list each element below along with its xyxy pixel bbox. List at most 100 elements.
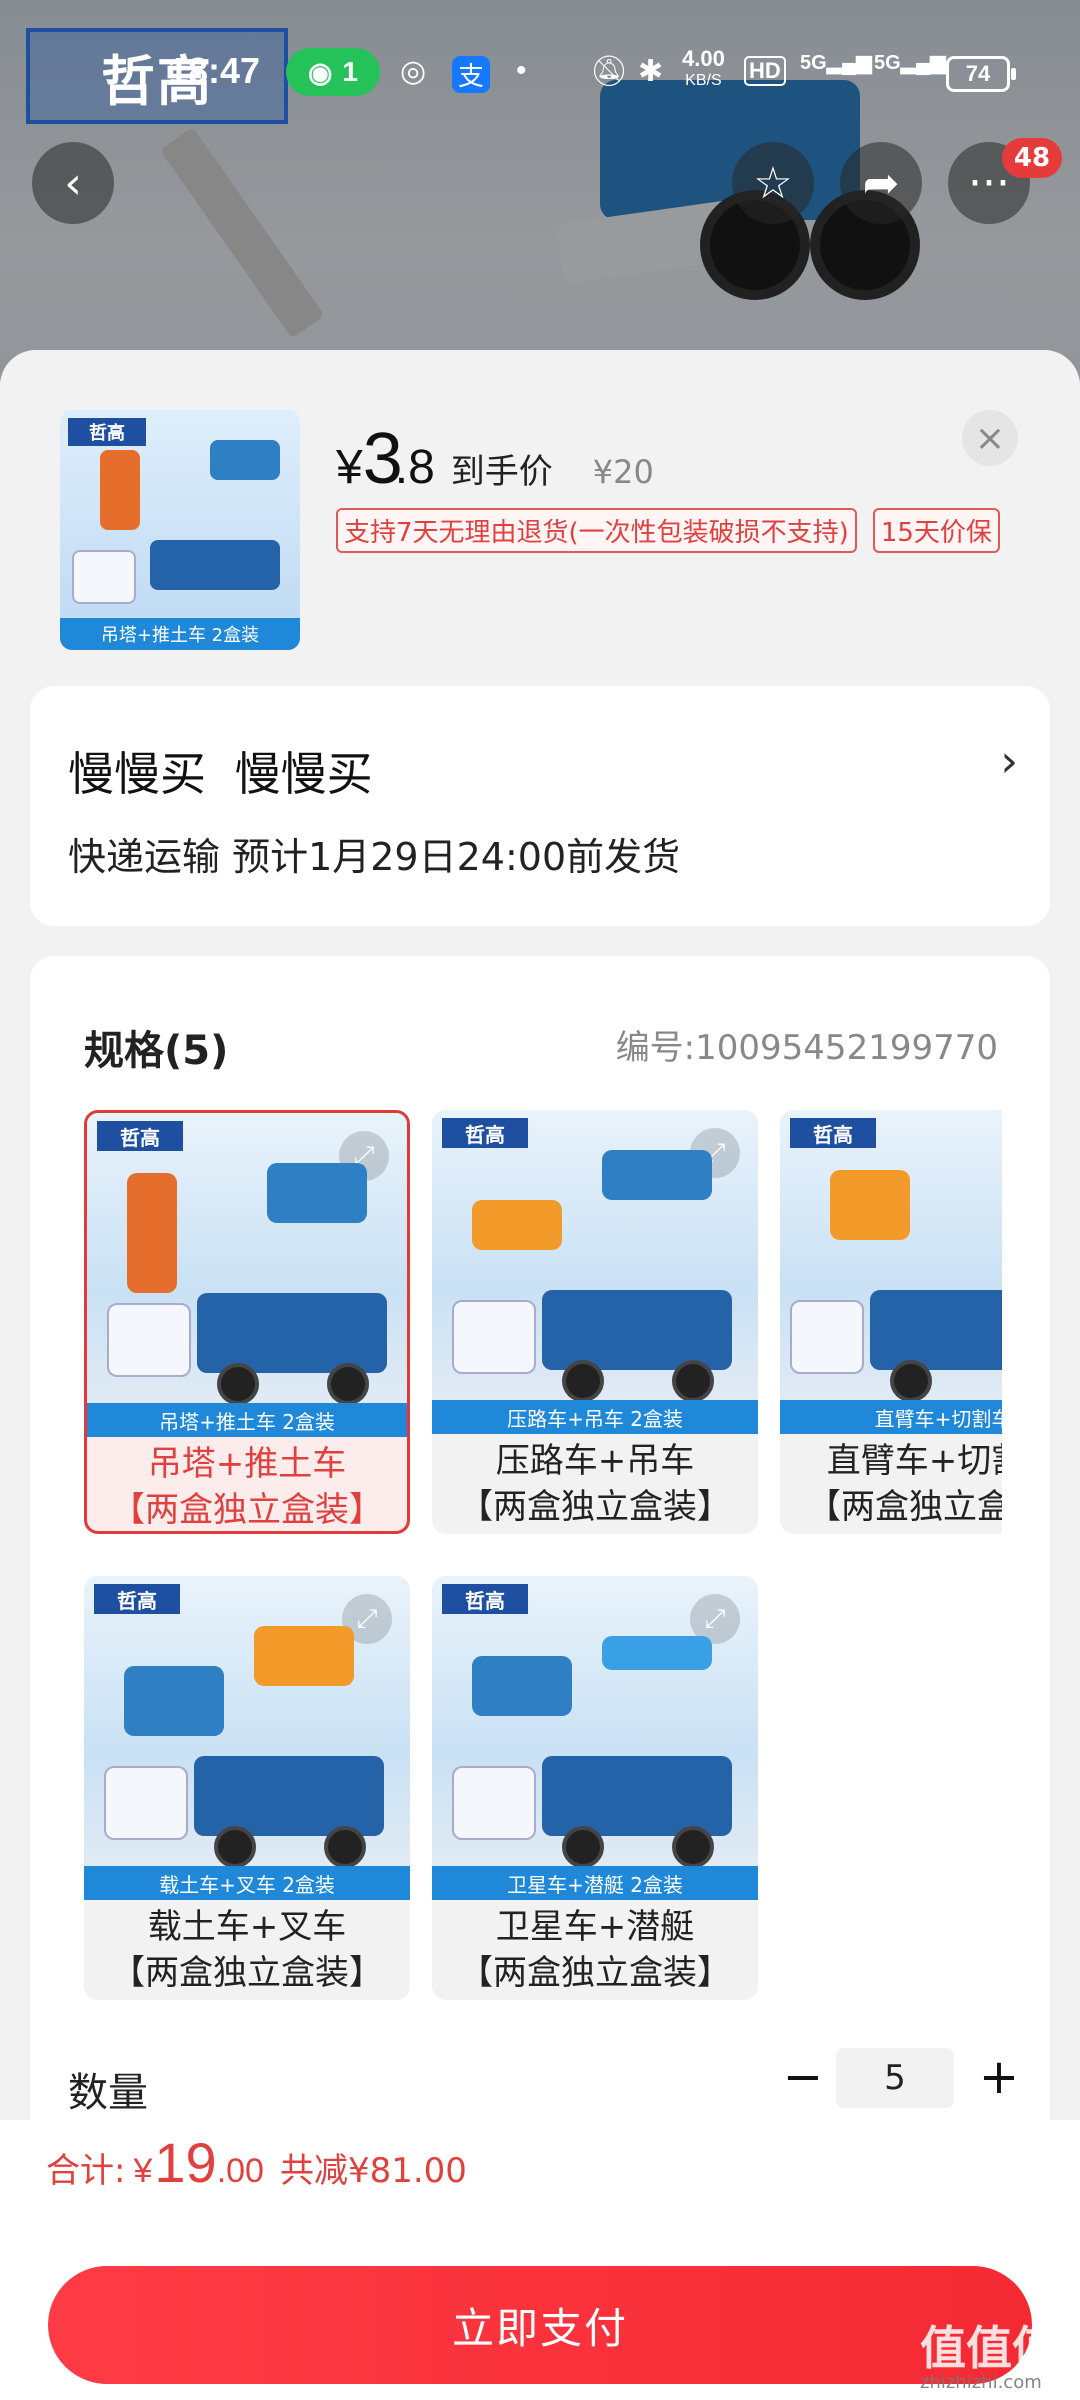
toy-forklift: [254, 1626, 354, 1686]
product-code: 编号:10095452199770: [615, 1028, 998, 1068]
total-row: 合计: ¥ 19 .00 共减¥81.00: [46, 2130, 467, 2195]
option-caption: 吊塔+推土车 2盒装: [87, 1403, 407, 1437]
app-notification-icon: ◎: [400, 55, 427, 88]
net-speed-unit: KB/S: [685, 72, 722, 89]
toy-wheel: [562, 1826, 604, 1868]
option-caption: 压路车+吊车 2盒装: [432, 1400, 758, 1434]
service-tags: 支持7天无理由退货(一次性包装破损不支持) 15天价保: [336, 508, 1000, 553]
pay-now-button[interactable]: 立即支付: [48, 2266, 1032, 2384]
selected-product-thumbnail[interactable]: 哲高 吊塔+推土车 2盒装: [60, 410, 300, 650]
share-button[interactable]: ➦: [840, 142, 922, 224]
mute-icon: 🔕︎: [590, 55, 629, 88]
toy-crane: [100, 450, 140, 530]
toy-wheel: [562, 1360, 604, 1402]
option-label-line1: 载土车+叉车: [147, 1907, 347, 1947]
watermark-sub: zhizhizhi.com: [920, 2372, 1042, 2393]
battery-icon: 74: [946, 56, 1016, 92]
spec-option-image: 哲高 ⤢ 卫星车+潜艇 2盒装: [432, 1576, 758, 1900]
spec-option-4[interactable]: 哲高 ⤢ 载土车+叉车 2盒装 载土车+叉车 【两盒独立盒装】: [84, 1576, 410, 2000]
final-price: ¥ 3 .8: [336, 418, 435, 500]
battery-level: 74: [965, 61, 991, 86]
chevron-left-icon: ‹: [64, 157, 82, 209]
spec-option-2[interactable]: 哲高 ⤢ 压路车+吊车 2盒装 压路车+吊车 【两盒独立盒装】: [432, 1110, 758, 1534]
toy-box: [790, 1300, 864, 1374]
watermark-text: 值值值: [920, 2321, 1058, 2375]
toy-bulldozer: [210, 440, 280, 480]
spec-option-3-clip: 哲高 直臂车+切割车 直臂车+切割车 【两盒独立盒装】: [780, 1110, 1002, 1534]
spec-title: 规格(5): [84, 1028, 229, 1074]
toy-box: [452, 1766, 536, 1840]
chevron-right-icon: ›: [1000, 736, 1018, 787]
signal-5g-icon: 5G▂▄▆: [800, 52, 872, 74]
thumb-brand-logo: 哲高: [68, 418, 146, 446]
quantity-label: 数量: [68, 2070, 148, 2116]
close-button[interactable]: ×: [962, 410, 1018, 466]
net-speed: 4.00 KB/S: [682, 48, 725, 92]
status-bar: 18:47 ◉ 1 ◎ 支 • 🔕︎ ✱ 4.00 KB/S HD 5G▂▄▆ …: [0, 40, 1080, 104]
total-label: 合计:: [46, 2151, 126, 2191]
option-label: 压路车+吊车 【两盒独立盒装】: [432, 1434, 758, 1534]
spec-option-image: 哲高 ⤢ 压路车+吊车 2盒装: [432, 1110, 758, 1434]
toy-wheel: [672, 1360, 714, 1402]
spec-option-5[interactable]: 哲高 ⤢ 卫星车+潜艇 2盒装 卫星车+潜艇 【两盒独立盒装】: [432, 1576, 758, 2000]
star-icon: ☆: [753, 157, 793, 209]
option-label: 直臂车+切割车 【两盒独立盒装】: [780, 1434, 1002, 1534]
toy-truck: [542, 1756, 732, 1836]
sku-bottom-sheet: 哲高 吊塔+推土车 2盒装 ¥ 3 .8 到手价 ¥20 支持7天无理由退货(一…: [0, 350, 1080, 2400]
status-time: 18:47: [168, 50, 261, 91]
total-decimal: .00: [216, 2152, 264, 2190]
total-symbol: ¥: [133, 2152, 153, 2190]
option-label-line1: 卫星车+潜艇: [495, 1907, 695, 1947]
option-caption: 卫星车+潜艇 2盒装: [432, 1866, 758, 1900]
toy-wheel: [672, 1826, 714, 1868]
dot-icon: •: [516, 54, 527, 87]
total-integer: 19: [154, 2131, 217, 2194]
toy-truck: [197, 1293, 387, 1373]
toy-truck: [194, 1756, 384, 1836]
shipping-card[interactable]: 慢慢买 慢慢买 快递运输 预计1月29日24:00前发货 ›: [30, 686, 1050, 926]
favorite-button[interactable]: ☆: [732, 142, 814, 224]
option-label-line2: 【两盒独立盒装】: [807, 1487, 1002, 1527]
shop-name: 慢慢买 慢慢买: [68, 747, 373, 801]
quantity-increase-button[interactable]: +: [974, 2049, 1024, 2105]
signal-1-label: 5G: [800, 52, 827, 74]
watermark: 值值值 zhizhizhi.com: [920, 2312, 1058, 2393]
price-protect-tag: 15天价保: [872, 508, 1000, 553]
option-label-line2: 【两盒独立盒装】: [111, 1953, 383, 1993]
quantity-decrease-button[interactable]: −: [778, 2049, 828, 2105]
back-button[interactable]: ‹: [32, 142, 114, 224]
spec-card: 规格(5) 编号:10095452199770 哲高 ⤢ 吊塔+推土车 2盒装 …: [30, 956, 1050, 2176]
price-symbol: ¥: [336, 441, 363, 494]
option-caption: 直臂车+切割车: [780, 1400, 1002, 1434]
price-row: ¥ 3 .8 到手价 ¥20: [336, 418, 654, 500]
wifi-hotspot-pill: ◉ 1: [286, 48, 380, 96]
price-decimal: .8: [394, 441, 435, 494]
hd-icon: HD: [744, 56, 786, 86]
toy-truck: [870, 1290, 1002, 1370]
bluetooth-icon: ✱: [638, 55, 664, 88]
toy-wheel: [327, 1363, 369, 1405]
toy-truck: [542, 1290, 732, 1370]
toy-wheel: [890, 1360, 932, 1402]
toy-box: [107, 1303, 191, 1377]
option-brand-logo: 哲高: [442, 1118, 528, 1148]
original-price: ¥20: [592, 453, 654, 491]
wifi-count: 1: [342, 56, 358, 87]
toy-box: [452, 1300, 536, 1374]
option-label-line1: 直臂车+切割车: [826, 1441, 1002, 1481]
option-caption: 载土车+叉车 2盒装: [84, 1866, 410, 1900]
close-icon: ×: [974, 417, 1006, 459]
toy-excavator: [830, 1170, 910, 1240]
wifi-icon: ◉: [307, 56, 333, 88]
toy-box: [72, 550, 136, 604]
signal-5g-icon: 5G▂▄▆: [874, 52, 946, 74]
option-label-line2: 【两盒独立盒装】: [459, 1487, 731, 1527]
toy-truck: [150, 540, 280, 590]
spec-option-1[interactable]: 哲高 ⤢ 吊塔+推土车 2盒装 吊塔+推土车 【两盒独立盒装】: [84, 1110, 410, 1534]
toy-dump-truck: [124, 1666, 224, 1736]
spec-option-image: 哲高 ⤢ 载土车+叉车 2盒装: [84, 1576, 410, 1900]
spec-option-3[interactable]: 哲高 直臂车+切割车 直臂车+切割车 【两盒独立盒装】: [780, 1110, 1002, 1534]
alipay-icon: 支: [452, 56, 491, 93]
quantity-input[interactable]: 5: [836, 2048, 954, 2108]
checkout-footer: 合计: ¥ 19 .00 共减¥81.00 立即支付: [0, 2120, 1080, 2400]
